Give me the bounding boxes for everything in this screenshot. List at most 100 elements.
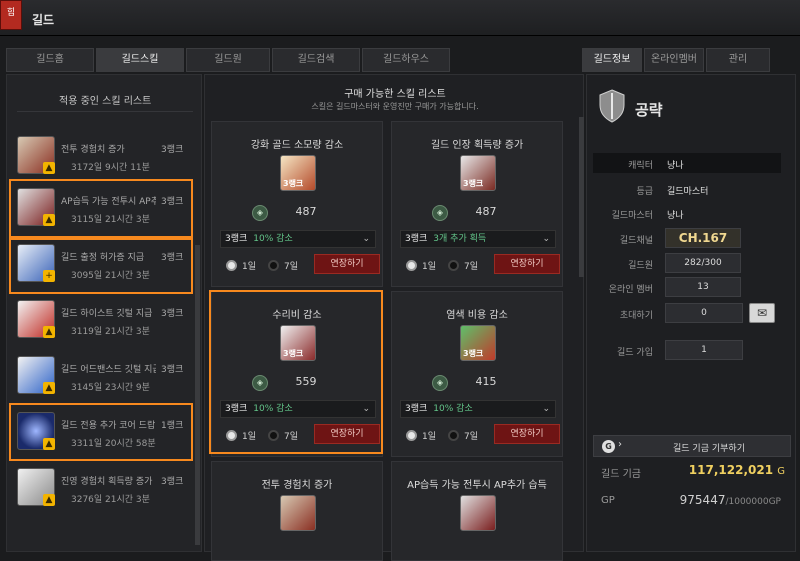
duration-7day-label: 7일 — [464, 262, 479, 272]
guild-members-value: 282/300 — [665, 253, 741, 273]
invite-count: 0 — [665, 303, 743, 323]
extend-button[interactable]: 연장하기 — [314, 254, 380, 274]
title-bar: 힘 길드 — [0, 0, 800, 36]
chevron-down-icon: ⌄ — [542, 404, 550, 414]
duration-1day-radio[interactable] — [406, 430, 417, 441]
rank-select[interactable]: 3랭크 10% 감소 ⌄ — [220, 230, 376, 248]
skill-remaining-time: 3145일 23시간 9분 — [71, 383, 150, 393]
skill-name: 길드 어드밴스드 깃털 지급 — [61, 365, 156, 375]
guild-emblem-icon: 힘 — [0, 0, 22, 30]
applied-skill-item[interactable]: ▲ 진영 경험치 획득량 증가 3랭크 3276일 21시간 3분 — [13, 461, 197, 515]
shield-icon — [599, 89, 625, 123]
duration-7day-label: 7일 — [284, 262, 299, 272]
duration-1day-label: 1일 — [422, 432, 437, 442]
online-members-value: 13 — [665, 277, 741, 297]
dye-pots-icon: 3랭크 — [460, 325, 496, 361]
chevron-right-icon: › — [618, 439, 622, 450]
rank-select[interactable]: 3랭크 3개 추가 획득 ⌄ — [400, 230, 556, 248]
gold-coin-icon: G — [602, 440, 615, 453]
applied-skill-item[interactable]: ▲ 길드 어드밴스드 깃털 지급 3랭크 3145일 23시간 9분 — [13, 349, 197, 403]
extend-button[interactable]: 연장하기 — [494, 254, 560, 274]
skill-remaining-time: 3119일 21시간 3분 — [71, 327, 150, 337]
emblem-label: 힘 — [6, 8, 16, 18]
duration-1day-radio[interactable] — [226, 260, 237, 271]
tab-online-members[interactable]: 온라인멤버 — [644, 48, 704, 72]
card-skill-name: 전투 경험치 증가 — [261, 480, 333, 491]
guild-point-icon: ◈ — [432, 205, 448, 221]
tab-guild-info[interactable]: 길드정보 — [582, 48, 642, 72]
skill-rank: 3랭크 — [161, 365, 184, 375]
feather-icon: ▲ — [17, 300, 55, 338]
guild-point-icon: ◈ — [432, 375, 448, 391]
gp-label: GP — [601, 495, 615, 506]
skill-cost: 487 — [295, 205, 317, 218]
extend-button[interactable]: 연장하기 — [494, 424, 560, 444]
card-skill-name: 염색 비용 감소 — [446, 310, 508, 321]
purchasable-skill-note: 스킬은 길드마스터와 운영진만 구매가 가능합니다. — [311, 102, 479, 111]
highlight-frame — [209, 290, 383, 454]
guild-channel-label: 길드채널 — [619, 236, 653, 246]
card-skill-name: 강화 골드 소모량 감소 — [250, 140, 344, 151]
character-value: 냥나 — [667, 161, 684, 171]
skill-cost: 487 — [475, 205, 497, 218]
guild-channel-value: CH.167 — [665, 228, 741, 248]
duration-1day-label: 1일 — [242, 262, 257, 272]
rank-select[interactable]: 3랭크 10% 감소 ⌄ — [400, 400, 556, 418]
applied-skill-panel: 적용 중인 스킬 리스트 ▲ 전투 경험치 증가 3랭크 3172일 9시간 1… — [6, 74, 202, 552]
duration-7day-radio[interactable] — [448, 430, 459, 441]
feather-blue-icon: ▲ — [17, 356, 55, 394]
duration-1day-radio[interactable] — [406, 260, 417, 271]
grade-label: 등급 — [636, 187, 653, 197]
donate-button[interactable]: G › 길드 기금 기부하기 — [593, 435, 791, 457]
tab-guild-home[interactable]: 길드홈 — [6, 48, 94, 72]
skill-card: 길드 인장 획득량 증가 3랭크 ◈ 487 3랭크 3개 추가 획득 ⌄ 1일 7… — [391, 121, 563, 287]
tab-guild-members[interactable]: 길드원 — [186, 48, 270, 72]
applied-skill-item[interactable]: ▲ 길드 하이스트 깃털 지급 3랭크 3119일 21시간 3분 — [13, 293, 197, 347]
grade-value: 길드마스터 — [667, 187, 709, 197]
window-title: 길드 — [32, 13, 55, 27]
dumbbell-icon — [460, 495, 496, 531]
duration-7day-radio[interactable] — [448, 260, 459, 271]
donate-label: 길드 기금 기부하기 — [673, 444, 745, 454]
skill-remaining-time: 3172일 9시간 11분 — [71, 163, 150, 173]
knight-helmet-icon: ▲ — [17, 468, 55, 506]
duration-7day-radio[interactable] — [268, 260, 279, 271]
skill-card: 전투 경험치 증가 — [211, 461, 383, 561]
guild-join-count: 1 — [665, 340, 743, 360]
divider — [17, 111, 193, 112]
applied-skill-item[interactable]: ▲ 전투 경험치 증가 3랭크 3172일 9시간 11분 — [13, 129, 197, 183]
gold-hammer-icon: 3랭크 — [280, 155, 316, 191]
tab-guild-house[interactable]: 길드하우스 — [362, 48, 450, 72]
guild-master-value: 냥나 — [667, 211, 684, 221]
card-skill-name: 길드 인장 획득량 증가 — [430, 140, 524, 151]
skill-remaining-time: 3276일 21시간 3분 — [71, 495, 150, 505]
seal-anvil-icon: 3랭크 — [460, 155, 496, 191]
applied-skill-heading: 적용 중인 스킬 리스트 — [59, 96, 152, 107]
tab-manage[interactable]: 관리 — [706, 48, 770, 72]
skill-name: 전투 경험치 증가 — [61, 145, 125, 155]
highlight-frame — [9, 403, 193, 461]
skill-name: 길드 하이스트 깃털 지급 — [61, 309, 153, 319]
skill-card: 강화 골드 소모량 감소 3랭크 ◈ 487 3랭크 10% 감소 ⌄ 1일 7일 … — [211, 121, 383, 287]
sword-shield-icon — [280, 495, 316, 531]
guild-info-panel: 공략 캐릭터 냥나 등급 길드마스터 길드마스터 냥나 길드채널 CH.167 … — [586, 74, 796, 552]
tab-guild-search[interactable]: 길드검색 — [272, 48, 360, 72]
online-members-label: 온라인 멤버 — [608, 285, 653, 295]
invite-mail-icon[interactable]: ✉ — [749, 303, 775, 323]
guild-members-label: 길드원 — [628, 261, 653, 271]
invite-label: 초대하기 — [619, 311, 653, 321]
guild-point-icon: ◈ — [252, 205, 268, 221]
skill-card: 염색 비용 감소 3랭크 ◈ 415 3랭크 10% 감소 ⌄ 1일 7일 연장하기 — [391, 291, 563, 457]
sword-shield-icon: ▲ — [17, 136, 55, 174]
duration-1day-label: 1일 — [422, 262, 437, 272]
character-label: 캐릭터 — [628, 161, 653, 171]
guild-fund-label: 길드 기금 — [601, 469, 641, 480]
skill-rank: 3랭크 — [161, 145, 184, 155]
mid-scrollbar[interactable] — [579, 117, 584, 277]
gp-value: 975447/1000000GP — [679, 493, 781, 507]
skill-rank: 3랭크 — [161, 477, 184, 487]
chevron-down-icon: ⌄ — [542, 234, 550, 244]
tab-guild-skill[interactable]: 길드스킬 — [96, 48, 184, 72]
left-scrollbar[interactable] — [195, 245, 200, 545]
guild-master-label: 길드마스터 — [611, 211, 653, 221]
